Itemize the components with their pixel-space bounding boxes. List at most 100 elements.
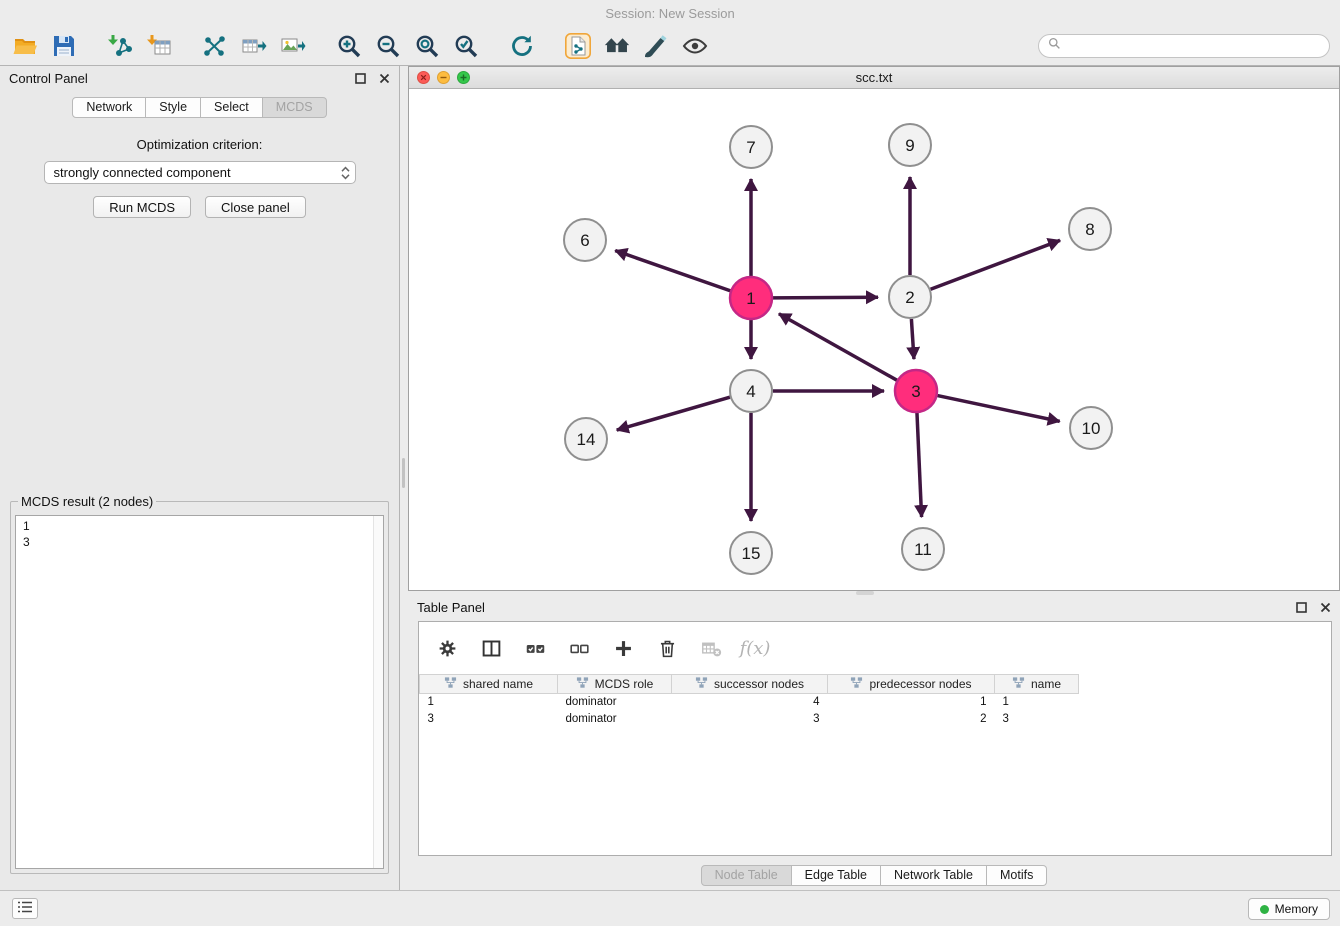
network-overview-icon[interactable] xyxy=(563,31,593,61)
deselect-all-icon[interactable] xyxy=(567,636,591,660)
task-history-button[interactable] xyxy=(12,898,38,919)
minimize-window-icon[interactable] xyxy=(437,71,450,84)
graph-node-7[interactable]: 7 xyxy=(730,126,772,168)
graph-edge-4-14[interactable] xyxy=(617,397,730,430)
graph-node-4[interactable]: 4 xyxy=(730,370,772,412)
toolbar-group xyxy=(507,31,537,61)
table-panel-controls xyxy=(1296,602,1331,613)
table-cell[interactable]: dominator xyxy=(558,694,672,711)
graph-node-11[interactable]: 11 xyxy=(902,528,944,570)
column-label: predecessor nodes xyxy=(869,677,971,691)
sort-icon xyxy=(444,676,457,692)
column-header-shared-name[interactable]: shared name xyxy=(420,675,558,694)
delete-row-icon[interactable] xyxy=(655,636,679,660)
graph-edge-2-3[interactable] xyxy=(911,319,914,359)
network-window-titlebar[interactable]: scc.txt xyxy=(409,67,1339,89)
gear-icon[interactable] xyxy=(435,636,459,660)
column-header-predecessor-nodes[interactable]: predecessor nodes xyxy=(828,675,995,694)
mcds-result-text[interactable]: 1 3 xyxy=(15,515,384,869)
float-table-panel-icon[interactable] xyxy=(1296,602,1307,613)
memory-button[interactable]: Memory xyxy=(1248,898,1330,920)
table-cell[interactable]: 1 xyxy=(420,694,558,711)
graph-edge-3-10[interactable] xyxy=(938,396,1060,422)
control-panel-controls xyxy=(355,73,390,84)
splitter-grip[interactable] xyxy=(402,458,405,488)
zoom-in-icon[interactable] xyxy=(334,31,364,61)
graph-edge-3-11[interactable] xyxy=(917,413,922,517)
tab-style[interactable]: Style xyxy=(146,97,201,118)
zoom-out-icon[interactable] xyxy=(373,31,403,61)
graph-edge-2-8[interactable] xyxy=(931,240,1060,289)
svg-text:3: 3 xyxy=(911,382,920,401)
panel-splitter[interactable] xyxy=(400,66,408,890)
svg-text:4: 4 xyxy=(746,382,755,401)
export-image-icon[interactable] xyxy=(278,31,308,61)
home-icon[interactable] xyxy=(602,31,632,61)
table-cell[interactable]: 3 xyxy=(672,711,828,728)
graph-node-14[interactable]: 14 xyxy=(565,418,607,460)
result-scrollbar[interactable] xyxy=(373,516,383,868)
network-canvas[interactable]: 7 9 6 8 1 2 4 3 14 10 15 11 xyxy=(409,89,1339,590)
close-panel-button[interactable]: Close panel xyxy=(205,196,306,218)
graph-node-6[interactable]: 6 xyxy=(564,219,606,261)
table-tab-node-table[interactable]: Node Table xyxy=(701,865,792,886)
zoom-selected-icon[interactable] xyxy=(451,31,481,61)
search-icon xyxy=(1048,37,1061,55)
table-tab-edge-table[interactable]: Edge Table xyxy=(792,865,881,886)
table-cell[interactable]: 1 xyxy=(828,694,995,711)
select-all-icon[interactable] xyxy=(523,636,547,660)
delete-table-icon[interactable] xyxy=(699,636,723,660)
network-window-title: scc.txt xyxy=(856,70,893,85)
table-cell[interactable]: 1 xyxy=(995,694,1079,711)
search-input[interactable] xyxy=(1066,39,1320,54)
refresh-layout-icon[interactable] xyxy=(507,31,537,61)
column-header-MCDS-role[interactable]: MCDS role xyxy=(558,675,672,694)
new-network-icon[interactable] xyxy=(200,31,230,61)
tab-network[interactable]: Network xyxy=(72,97,146,118)
graph-edge-3-1[interactable] xyxy=(779,314,897,380)
graph-node-9[interactable]: 9 xyxy=(889,124,931,166)
column-header-name[interactable]: name xyxy=(995,675,1079,694)
import-network-icon[interactable] xyxy=(105,31,135,61)
graph-node-10[interactable]: 10 xyxy=(1070,407,1112,449)
add-row-icon[interactable] xyxy=(611,636,635,660)
table-cell[interactable]: 3 xyxy=(995,711,1079,728)
table-cell[interactable]: dominator xyxy=(558,711,672,728)
column-label: name xyxy=(1031,677,1061,691)
open-session-icon[interactable] xyxy=(10,31,40,61)
graph-node-3[interactable]: 3 xyxy=(895,370,937,412)
table-tab-network-table[interactable]: Network Table xyxy=(881,865,987,886)
search-box[interactable] xyxy=(1038,34,1330,58)
close-panel-icon[interactable] xyxy=(379,73,390,84)
close-window-icon[interactable] xyxy=(417,71,430,84)
tab-select[interactable]: Select xyxy=(201,97,263,118)
paint-icon[interactable] xyxy=(641,31,671,61)
close-table-panel-icon[interactable] xyxy=(1320,602,1331,613)
svg-text:14: 14 xyxy=(577,430,596,449)
graph-node-1[interactable]: 1 xyxy=(730,277,772,319)
columns-icon[interactable] xyxy=(479,636,503,660)
zoom-fit-icon[interactable] xyxy=(412,31,442,61)
mcds-result-box: MCDS result (2 nodes) 1 3 xyxy=(10,494,389,874)
tab-mcds[interactable]: MCDS xyxy=(263,97,327,118)
column-header-successor-nodes[interactable]: successor nodes xyxy=(672,675,828,694)
table-cell[interactable]: 4 xyxy=(672,694,828,711)
graph-node-8[interactable]: 8 xyxy=(1069,208,1111,250)
save-session-icon[interactable] xyxy=(49,31,79,61)
function-icon[interactable]: f(x) xyxy=(743,636,767,660)
export-table-icon[interactable] xyxy=(239,31,269,61)
table-cell[interactable]: 3 xyxy=(420,711,558,728)
graph-edge-1-2[interactable] xyxy=(773,297,878,298)
graph-node-2[interactable]: 2 xyxy=(889,276,931,318)
table-cell[interactable]: 2 xyxy=(828,711,995,728)
eye-icon[interactable] xyxy=(680,31,710,61)
zoom-window-icon[interactable] xyxy=(457,71,470,84)
sort-icon xyxy=(1012,676,1025,692)
run-mcds-button[interactable]: Run MCDS xyxy=(93,196,191,218)
graph-edge-1-6[interactable] xyxy=(615,251,730,291)
float-panel-icon[interactable] xyxy=(355,73,366,84)
optimization-select[interactable]: strongly connected component xyxy=(44,161,356,184)
table-tab-motifs[interactable]: Motifs xyxy=(987,865,1047,886)
graph-node-15[interactable]: 15 xyxy=(730,532,772,574)
import-table-icon[interactable] xyxy=(144,31,174,61)
